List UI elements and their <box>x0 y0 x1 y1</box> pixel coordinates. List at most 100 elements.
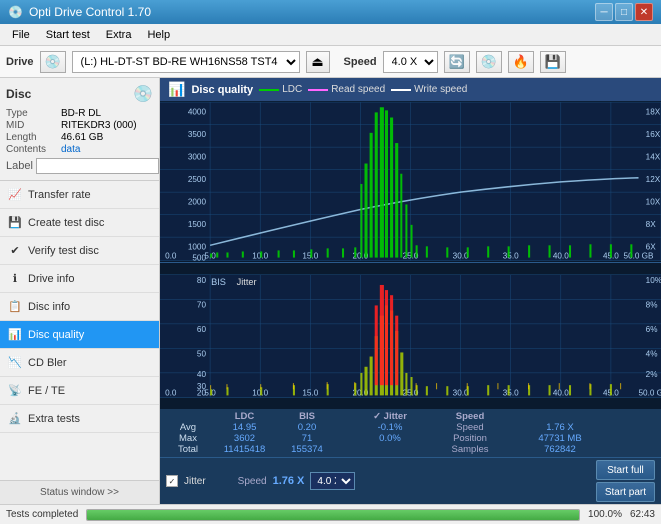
nav-drive-info[interactable]: ℹ Drive info <box>0 265 159 293</box>
minimize-button[interactable]: ─ <box>595 3 613 21</box>
svg-text:1500: 1500 <box>188 220 207 229</box>
svg-text:Jitter: Jitter <box>237 277 257 287</box>
nav-fe-te[interactable]: 📡 FE / TE <box>0 377 159 405</box>
svg-text:18X: 18X <box>646 107 661 116</box>
nav-cd-bler-label: CD Bler <box>28 357 67 369</box>
legend-write-speed: Write speed <box>391 84 467 95</box>
close-button[interactable]: ✕ <box>635 3 653 21</box>
nav-create-test-disc-label: Create test disc <box>28 217 104 229</box>
title-bar: 💿 Opti Drive Control 1.70 ─ □ ✕ <box>0 0 661 24</box>
svg-text:40.0: 40.0 <box>553 252 569 261</box>
svg-text:35.0: 35.0 <box>503 252 519 261</box>
svg-text:0.0: 0.0 <box>165 252 177 261</box>
disc-label-input[interactable] <box>36 158 159 174</box>
svg-text:10%: 10% <box>646 276 661 285</box>
fe-te-icon: 📡 <box>8 384 22 398</box>
stat-max-label: Max <box>164 433 212 444</box>
save-button[interactable]: 💾 <box>540 51 566 73</box>
menu-start-test[interactable]: Start test <box>38 27 98 43</box>
svg-text:50.0 GB: 50.0 GB <box>624 252 654 261</box>
progress-track <box>86 509 580 521</box>
menu-file[interactable]: File <box>4 27 38 43</box>
status-text: Tests completed <box>6 509 78 520</box>
stat-total-label: Total <box>164 444 212 455</box>
start-part-button[interactable]: Start part <box>596 482 655 502</box>
menu-bar: File Start test Extra Help <box>0 24 661 46</box>
nav-create-test-disc[interactable]: 💾 Create test disc <box>0 209 159 237</box>
app-title: Opti Drive Control 1.70 <box>29 5 151 19</box>
disc-mid-row: MID RITEKDR3 (000) <box>6 120 153 131</box>
progress-fill <box>87 510 579 520</box>
refresh-button[interactable]: 🔄 <box>444 51 470 73</box>
nav-items: 📈 Transfer rate 💾 Create test disc ✔ Ver… <box>0 181 159 480</box>
disc-section-title: Disc <box>6 87 31 101</box>
disc-icon: 💿 <box>133 84 153 104</box>
svg-text:6X: 6X <box>646 242 657 251</box>
right-panel: 📊 Disc quality LDC Read speed Write spee… <box>160 78 661 504</box>
nav-extra-tests-label: Extra tests <box>28 413 80 425</box>
start-full-button[interactable]: Start full <box>596 460 655 480</box>
svg-text:60: 60 <box>197 325 207 334</box>
nav-transfer-rate[interactable]: 📈 Transfer rate <box>0 181 159 209</box>
svg-text:BIS: BIS <box>211 277 226 287</box>
disc-length-row: Length 46.61 GB <box>6 132 153 143</box>
drive-icon-btn[interactable]: 💿 <box>40 51 66 73</box>
jitter-checkbox[interactable]: ✓ <box>166 475 178 487</box>
nav-disc-info[interactable]: 📋 Disc info <box>0 293 159 321</box>
drive-label: Drive <box>6 56 34 68</box>
stats-section: LDC BIS ✓ Jitter Speed Avg 14.95 0.20 -0… <box>160 409 661 457</box>
drive-select[interactable]: (L:) HL-DT-ST BD-RE WH16NS58 TST4 <box>72 51 300 73</box>
stat-max-ldc: 3602 <box>212 433 277 444</box>
stat-header-jitter: ✓ Jitter <box>355 411 425 422</box>
svg-text:3500: 3500 <box>188 130 207 139</box>
status-window-button[interactable]: Status window >> <box>0 480 159 504</box>
nav-disc-info-label: Disc info <box>28 301 70 313</box>
top-chart: 4000 3500 3000 2500 2000 1500 1000 500 1… <box>160 101 661 263</box>
chart-header-icon: 📊 <box>168 81 185 98</box>
svg-text:16X: 16X <box>646 130 661 139</box>
legend-write-speed-color <box>391 89 411 91</box>
stat-max-bis: 71 <box>277 433 337 444</box>
menu-extra[interactable]: Extra <box>98 27 140 43</box>
bottom-chart-svg: 80 70 60 50 40 30 20 10% 8% 6% 4% 2 <box>160 263 661 409</box>
svg-text:14X: 14X <box>646 152 661 161</box>
svg-text:12X: 12X <box>646 175 661 184</box>
disc-quality-icon: 📊 <box>8 328 22 342</box>
stat-avg-bis: 0.20 <box>277 422 337 433</box>
svg-text:1000: 1000 <box>188 242 207 251</box>
maximize-button[interactable]: □ <box>615 3 633 21</box>
stat-total-empty <box>337 444 355 455</box>
verify-test-disc-icon: ✔ <box>8 244 22 258</box>
svg-text:2500: 2500 <box>188 175 207 184</box>
disc-section: Disc 💿 Type BD-R DL MID RITEKDR3 (000) L… <box>0 78 159 181</box>
nav-disc-quality[interactable]: 📊 Disc quality <box>0 321 159 349</box>
progress-percent: 100.0% <box>588 509 622 520</box>
nav-verify-test-disc[interactable]: ✔ Verify test disc <box>0 237 159 265</box>
nav-extra-tests[interactable]: 🔬 Extra tests <box>0 405 159 433</box>
legend-read-speed: Read speed <box>308 84 385 95</box>
burn-button[interactable]: 🔥 <box>508 51 534 73</box>
bottom-controls-row: ✓ Jitter Speed 1.76 X 4.0 X 1.0 X 2.0 X … <box>160 457 661 504</box>
stat-total-empty2 <box>355 444 425 455</box>
nav-cd-bler[interactable]: 📉 CD Bler <box>0 349 159 377</box>
speed-select[interactable]: 4.0 X 1.0 X 2.0 X 6.0 X 8.0 X <box>383 51 438 73</box>
svg-text:3000: 3000 <box>188 152 207 161</box>
charts-area: 4000 3500 3000 2500 2000 1500 1000 500 1… <box>160 101 661 409</box>
svg-text:15.0: 15.0 <box>302 388 318 397</box>
create-test-disc-icon: 💾 <box>8 216 22 230</box>
disc-label-row: Label 🔍 <box>6 158 153 174</box>
title-bar-controls: ─ □ ✕ <box>595 3 653 21</box>
menu-help[interactable]: Help <box>139 27 178 43</box>
stat-avg-jitter: -0.1% <box>355 422 425 433</box>
nav-fe-te-label: FE / TE <box>28 385 65 397</box>
stat-total-bis: 155374 <box>277 444 337 455</box>
stat-header-empty <box>164 411 212 422</box>
speed-display-label: Speed <box>238 476 267 487</box>
disc-button[interactable]: 💿 <box>476 51 502 73</box>
svg-text:4000: 4000 <box>188 107 207 116</box>
stat-avg-ldc: 14.95 <box>212 422 277 433</box>
disc-type-label: Type <box>6 108 61 119</box>
disc-type-value: BD-R DL <box>61 108 153 119</box>
speed-display-select[interactable]: 4.0 X 1.0 X 2.0 X 8.0 X <box>310 472 355 490</box>
eject-button[interactable]: ⏏ <box>306 51 330 73</box>
